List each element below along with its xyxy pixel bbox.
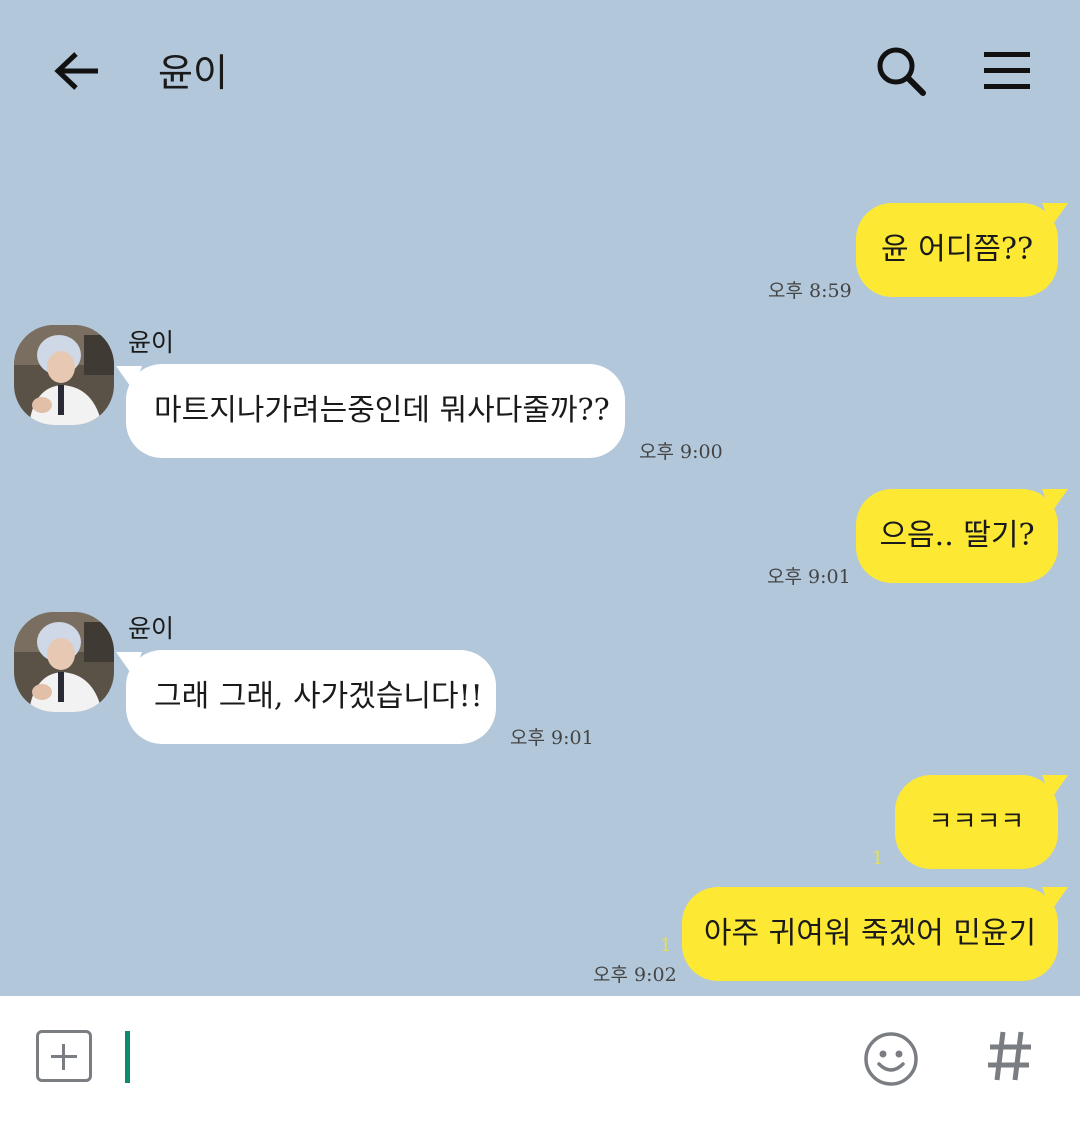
- message-text: 아주 귀여워 죽겠어 민윤기: [703, 916, 1037, 951]
- unread-count: 1: [660, 935, 672, 956]
- their-message-bubble[interactable]: 마트지나가려는중인데 뭐사다줄까??: [126, 364, 625, 458]
- their-message-bubble[interactable]: 그래 그래, 사가겠습니다!!: [126, 650, 496, 744]
- message-text: 그래 그래, 사가겠습니다!!: [154, 679, 483, 714]
- message-time: 오후 9:02: [593, 964, 677, 986]
- plus-square-icon[interactable]: [36, 1030, 92, 1082]
- emoji-button[interactable]: [862, 1030, 920, 1088]
- search-icon: [877, 47, 926, 96]
- avatar[interactable]: [14, 325, 114, 425]
- message-time: 오후 9:00: [639, 441, 723, 463]
- chat-title: 윤이: [158, 51, 228, 95]
- my-message-bubble[interactable]: 으음.. 딸기?: [856, 489, 1058, 583]
- unread-count: 1: [872, 848, 884, 869]
- my-message-bubble[interactable]: 아주 귀여워 죽겠어 민윤기: [682, 887, 1058, 981]
- hashtag-button[interactable]: [985, 1026, 1035, 1086]
- my-message-bubble[interactable]: 윤 어디쯤??: [856, 203, 1058, 297]
- message-time: 오후 9:01: [510, 727, 594, 749]
- search-button[interactable]: [872, 44, 932, 100]
- hamburger-menu-icon: [984, 52, 1030, 89]
- message-text: 윤 어디쯤??: [880, 232, 1034, 267]
- message-input-bar: [0, 996, 1080, 1121]
- message-input[interactable]: [140, 1026, 840, 1086]
- profile-photo: [14, 325, 114, 425]
- sender-name: 윤이: [128, 328, 175, 357]
- smiley-icon: [864, 1032, 918, 1086]
- message-text: 으음.. 딸기?: [879, 518, 1035, 553]
- message-time: 오후 8:59: [768, 280, 852, 302]
- hashtag-icon: [988, 1031, 1031, 1081]
- back-button[interactable]: [50, 44, 106, 100]
- text-cursor: [125, 1031, 130, 1083]
- message-text: ㅋㅋㅋㅋ: [928, 807, 1025, 837]
- chat-header: 윤이: [0, 0, 1080, 140]
- arrow-left-icon: [54, 52, 98, 90]
- message-text: 마트지나가려는중인데 뭐사다줄까??: [154, 393, 610, 428]
- avatar[interactable]: [14, 612, 114, 712]
- menu-button[interactable]: [980, 46, 1034, 96]
- profile-photo: [14, 612, 114, 712]
- my-message-bubble[interactable]: ㅋㅋㅋㅋ: [895, 775, 1058, 869]
- message-time: 오후 9:01: [767, 566, 851, 588]
- sender-name: 윤이: [128, 614, 175, 643]
